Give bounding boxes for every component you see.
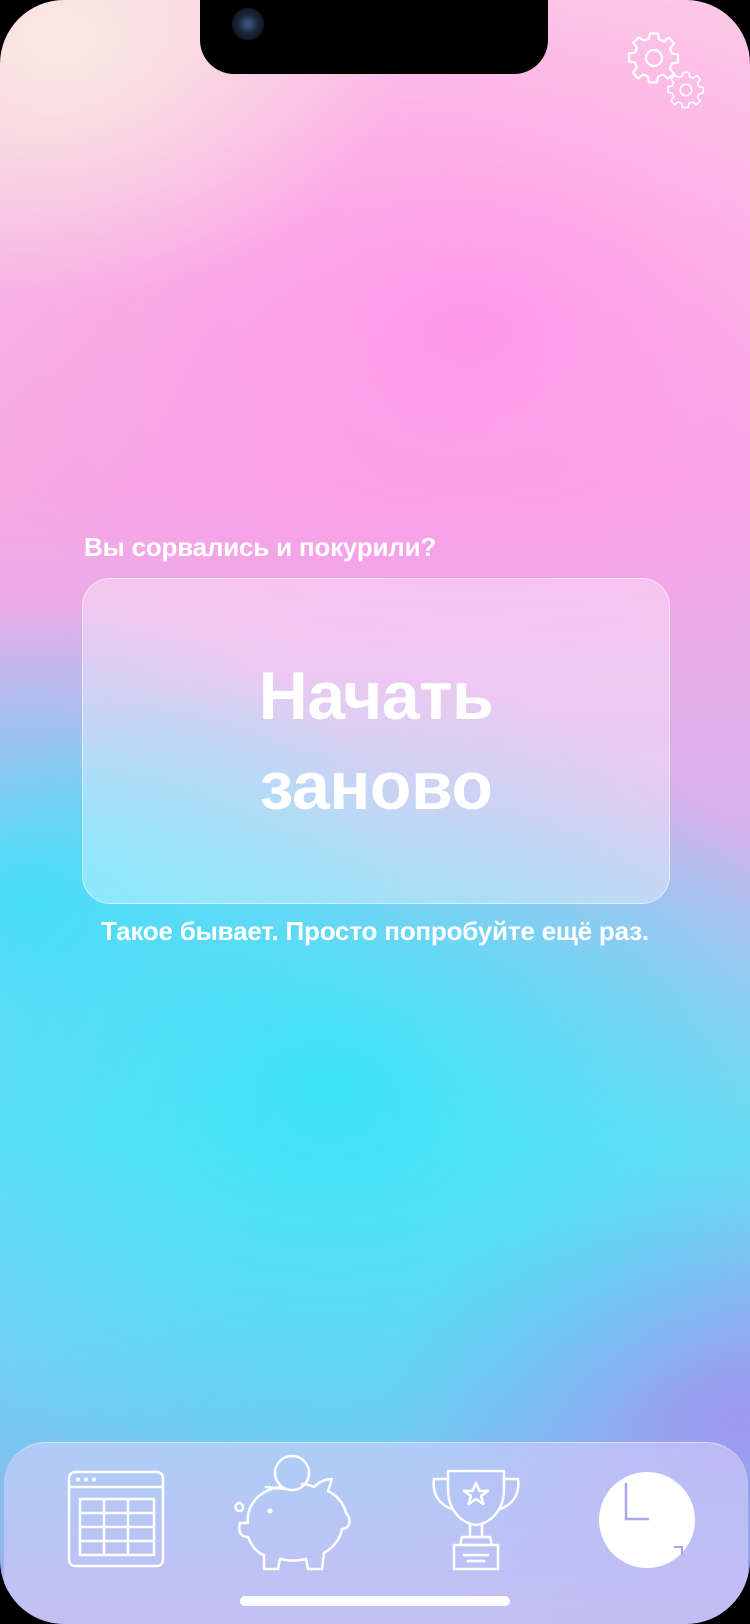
tab-achievements[interactable] <box>430 1467 522 1573</box>
relapse-question: Вы сорвались и покурили? <box>84 532 437 562</box>
home-indicator[interactable] <box>240 1596 510 1606</box>
settings-button[interactable] <box>622 26 714 118</box>
trophy-icon <box>432 1469 520 1571</box>
tab-timer[interactable] <box>598 1471 696 1569</box>
calendar-table-icon <box>67 1470 165 1568</box>
front-camera <box>232 8 264 40</box>
gears-icon <box>627 32 705 109</box>
encouragement-text: Такое бывает. Просто попробуйте ещё раз. <box>101 916 649 946</box>
restart-button-label: Начать заново <box>258 658 494 824</box>
piggy-bank-icon <box>234 1454 351 1571</box>
restart-button[interactable]: Начать заново <box>82 578 670 904</box>
clock-icon <box>599 1472 695 1568</box>
app-screen: Вы сорвались и покурили? Начать заново Т… <box>0 0 750 1624</box>
tab-calendar[interactable] <box>66 1469 166 1569</box>
tab-savings[interactable] <box>232 1453 354 1571</box>
